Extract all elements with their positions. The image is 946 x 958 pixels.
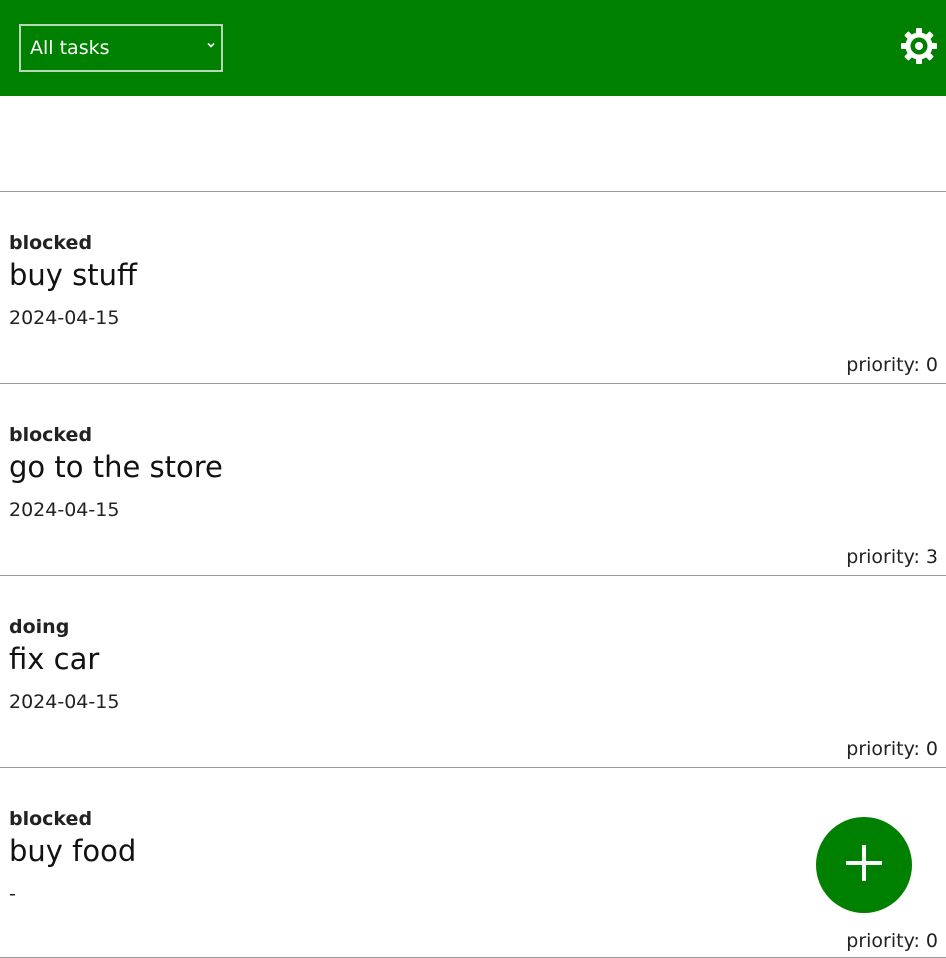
task-status: blocked (9, 808, 93, 830)
top-app-bar: All tasks (0, 0, 946, 96)
task-title: buy food (9, 834, 137, 868)
task-date: 2024-04-15 (9, 499, 120, 521)
task-title: fix car (9, 642, 100, 676)
task-title: buy stuff (9, 258, 138, 292)
task-status: blocked (9, 424, 93, 446)
task-status: doing (9, 616, 70, 638)
task-title: go to the store (9, 450, 223, 484)
plus-icon (844, 843, 884, 887)
task-priority: priority: 0 (846, 930, 938, 952)
task-list-item[interactable]: blocked go to the store 2024-04-15 prior… (0, 384, 946, 576)
add-task-button[interactable] (816, 817, 912, 913)
task-filter-select[interactable]: All tasks (19, 24, 223, 72)
list-header-spacer (0, 96, 946, 192)
task-status: blocked (9, 232, 93, 254)
gear-icon[interactable] (900, 27, 938, 65)
task-list-item[interactable]: blocked buy food - priority: 0 (0, 768, 946, 958)
task-priority: priority: 0 (846, 738, 938, 760)
chevron-down-icon (206, 39, 216, 54)
task-filter-selected-value: All tasks (30, 37, 110, 59)
task-date: 2024-04-15 (9, 307, 120, 329)
task-date: 2024-04-15 (9, 691, 120, 713)
task-priority: priority: 0 (846, 354, 938, 376)
task-list-item[interactable]: doing fix car 2024-04-15 priority: 0 (0, 576, 946, 768)
task-priority: priority: 3 (846, 546, 938, 568)
task-list-item[interactable]: blocked buy stuff 2024-04-15 priority: 0 (0, 192, 946, 384)
task-date: - (9, 883, 16, 905)
